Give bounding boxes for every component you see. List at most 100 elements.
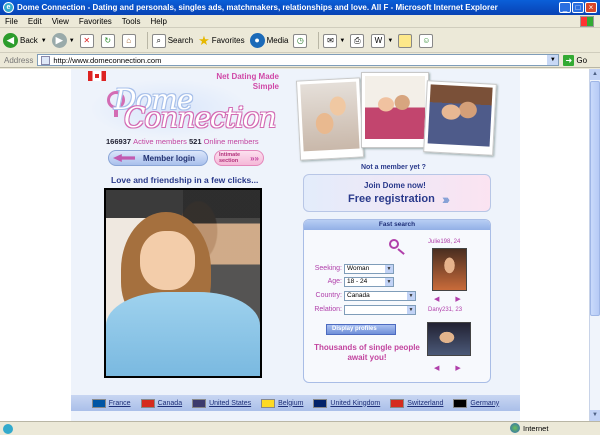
free-registration-label: Free registration [348,193,435,205]
country-link-canada[interactable]: Canada [140,398,183,408]
next-arrow-icon[interactable]: ▶ [455,365,460,372]
chevron-down-icon[interactable]: ▼ [385,265,393,273]
address-bar: Address http://www.domeconnection.com ▼ … [0,53,600,68]
page-viewport: Dome Connection Net Dating Made Simple 1… [0,69,589,421]
profile-1-nav: ◀ ▶ [434,295,461,303]
search-icon: ⌕ [151,33,166,48]
scroll-thumb[interactable] [590,81,600,316]
country-label: Country: [315,292,342,299]
toolbar: ◀ Back ▼ ▶ ▼ ✕ ↻ ⌂ ⌕ Search ★ Favorites … [0,29,600,53]
favorites-label: Favorites [211,36,245,45]
vertical-scrollbar[interactable]: ▲ ▼ [589,69,600,421]
country-link-germany[interactable]: Germany [453,398,499,408]
menu-tools[interactable]: Tools [122,17,141,26]
chevron-down-icon[interactable]: ▼ [385,278,393,286]
history-button[interactable]: ◷ [293,33,309,48]
media-button[interactable]: ● Media [249,33,288,48]
page-icon [41,55,51,65]
member-login-label: Member login [143,153,196,163]
scroll-up-icon[interactable]: ▲ [590,69,600,80]
free-registration-button[interactable]: Join Dome now! Free registration ››› [303,174,491,212]
search-label: Search [167,36,194,45]
go-button[interactable]: ➜ Go [563,54,587,66]
zone-label: Internet [523,423,549,433]
profile-2-photo[interactable] [427,322,471,356]
close-button[interactable]: × [585,2,597,13]
address-label: Address [4,55,34,65]
address-url[interactable]: http://www.domeconnection.com [53,56,547,65]
profile-2-label[interactable]: Dany231, 23 [428,307,462,313]
country-link-switzerland[interactable]: Switzerland [390,398,443,408]
country-link-united-states[interactable]: United States [192,398,251,408]
mail-icon: ✉ [323,33,338,48]
status-bar: Internet [0,421,600,435]
country-select[interactable]: Canada ▼ [344,291,416,301]
chevron-down-icon[interactable]: ▼ [339,38,345,44]
messenger-button[interactable]: ☺ [419,33,435,48]
belgium-flag-icon [261,398,276,408]
couple-photo-2 [361,72,429,148]
chevron-down-icon[interactable]: ▼ [41,38,47,44]
home-icon: ⌂ [121,33,136,48]
country-name: Canada [157,399,183,407]
search-button[interactable]: ⌕ Search [151,33,194,48]
intimate-section-button[interactable]: Intimate section »» [214,150,264,166]
menu-file[interactable]: File [5,17,18,26]
favorites-button[interactable]: ★ Favorites [198,33,245,49]
member-login-button[interactable]: Member login [108,150,208,166]
print-button[interactable]: ⎙ [350,33,366,48]
address-input[interactable]: http://www.domeconnection.com ▼ [37,54,560,66]
chevron-down-icon[interactable]: ▼ [547,55,559,65]
minimize-button[interactable]: _ [559,2,571,13]
thousands-text: Thousands of single people await you! [314,343,420,362]
menu-edit[interactable]: Edit [28,17,42,26]
back-arrow-icon: ◀ [3,33,18,48]
refresh-button[interactable]: ↻ [100,33,117,48]
prev-arrow-icon[interactable]: ◀ [434,365,439,372]
menu-help[interactable]: Help [150,17,166,26]
mail-button[interactable]: ✉ ▼ [323,33,345,48]
photo-face [139,230,196,291]
profile-1-photo[interactable] [432,248,467,291]
chevron-down-icon[interactable]: ▼ [69,38,75,44]
country-name: United Kingdom [330,399,381,407]
back-button[interactable]: ◀ Back ▼ [3,33,47,48]
next-arrow-icon[interactable]: ▶ [455,296,460,303]
home-button[interactable]: ⌂ [121,33,138,48]
edit-button[interactable]: W ▼ [371,33,393,48]
media-icon: ● [249,33,265,48]
age-select[interactable]: 18 - 24 ▼ [344,277,394,287]
forward-arrow-icon: ▶ [51,33,67,48]
fast-search-panel: Fast search Seeking: Woman ▼ Age: 18 - 2… [303,219,491,383]
scroll-down-icon[interactable]: ▼ [590,410,600,421]
stop-button[interactable]: ✕ [79,33,96,48]
relation-select[interactable]: ▼ [344,305,416,315]
history-icon: ◷ [293,33,308,48]
chevron-down-icon[interactable]: ▼ [407,292,415,300]
prev-arrow-icon[interactable]: ◀ [434,296,439,303]
country-link-belgium[interactable]: Belgium [261,398,304,408]
logo-connection[interactable]: Connection [124,101,277,134]
discuss-button[interactable] [398,33,414,48]
photo-shirt [106,292,260,376]
seeking-select[interactable]: Woman ▼ [344,264,394,274]
country-name: France [108,399,131,407]
profile-1-label[interactable]: Julie198, 24 [428,239,460,245]
tagline: Net Dating Made Simple [216,72,279,91]
seeking-label: Seeking: [314,265,342,272]
chevron-down-icon[interactable]: ▼ [407,306,415,314]
menu-favorites[interactable]: Favorites [79,17,112,26]
star-icon: ★ [198,32,210,48]
country-name: Belgium [278,399,304,407]
menu-bar: File Edit View Favorites Tools Help [0,15,600,28]
canada-flag-icon [140,398,155,408]
chevron-down-icon[interactable]: ▼ [387,38,393,44]
menu-view[interactable]: View [52,17,69,26]
canada-flag-icon[interactable] [88,71,106,81]
display-profiles-button[interactable]: Display profiles [326,324,396,335]
forward-button[interactable]: ▶ ▼ [51,33,75,48]
country-link-united-kingdom[interactable]: United Kingdom [313,398,381,408]
country-link-france[interactable]: France [91,398,131,408]
couple-photo [104,188,262,378]
maximize-button[interactable]: □ [572,2,584,13]
